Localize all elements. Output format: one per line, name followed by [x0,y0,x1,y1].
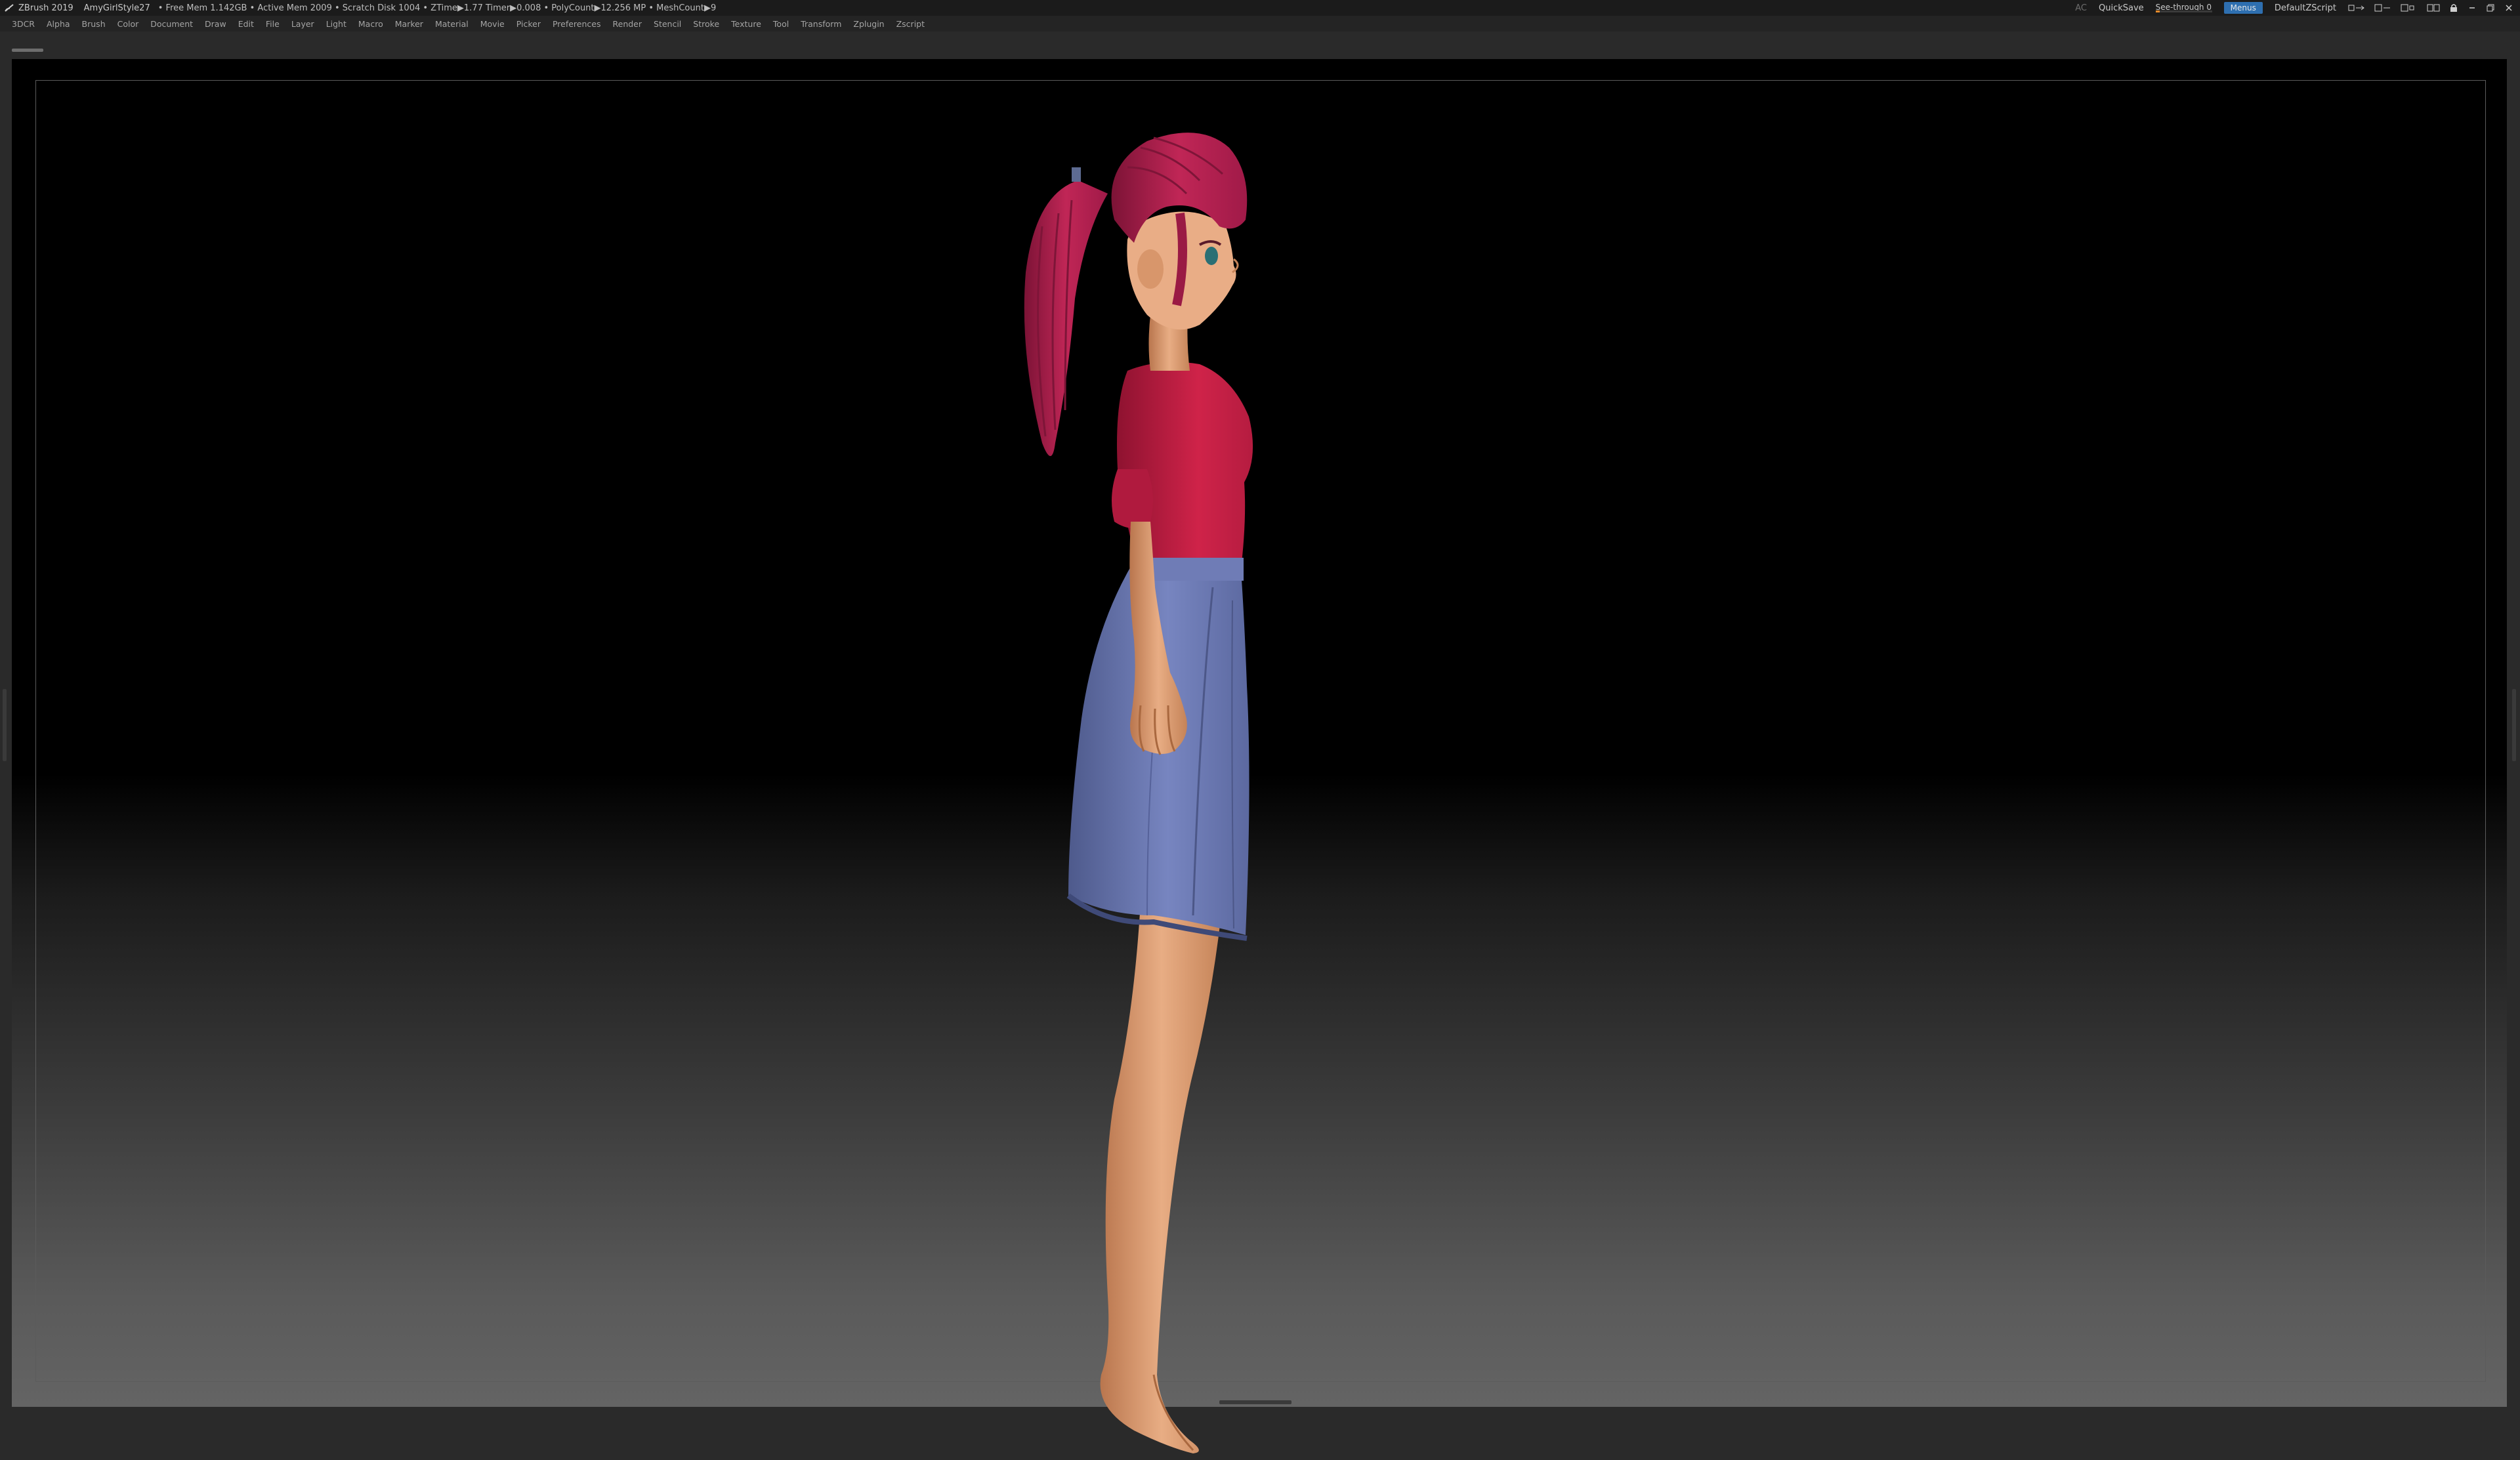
right-tray-handle[interactable] [2512,689,2516,761]
app-title: ZBrush 2019 [18,3,74,13]
menu-item-picker[interactable]: Picker [516,19,541,29]
menu-item-texture[interactable]: Texture [731,19,761,29]
menu-item-render[interactable]: Render [613,19,642,29]
top-shelf [0,31,2520,59]
menu-item-3dcr[interactable]: 3DCR [12,19,35,29]
menu-item-layer[interactable]: Layer [291,19,314,29]
menu-item-edit[interactable]: Edit [238,19,254,29]
menu-item-zplugin[interactable]: Zplugin [853,19,884,29]
menu-item-material[interactable]: Material [435,19,469,29]
menu-item-alpha[interactable]: Alpha [47,19,70,29]
legs [1100,902,1223,1453]
layout-3-icon[interactable] [2401,3,2418,12]
see-through-track [2155,10,2212,12]
close-icon[interactable] [2504,3,2513,12]
main-menu-bar: 3DCR Alpha Brush Color Document Draw Edit File L… [0,16,2520,31]
menu-item-file[interactable]: File [266,19,280,29]
layout-2-icon[interactable] [2374,3,2391,12]
menu-item-movie[interactable]: Movie [480,19,505,29]
menu-item-stencil[interactable]: Stencil [654,19,681,29]
menu-item-macro[interactable]: Macro [358,19,383,29]
document-canvas[interactable] [3,59,2516,1453]
menu-item-transform[interactable]: Transform [801,19,841,29]
layout-icons [2348,3,2513,12]
ac-button[interactable]: AC [2075,3,2087,13]
menu-item-color[interactable]: Color [117,19,139,29]
quicksave-button[interactable]: QuickSave [2099,3,2144,13]
menu-item-tool[interactable]: Tool [773,19,789,29]
menu-item-document[interactable]: Document [150,19,193,29]
menu-item-light[interactable]: Light [326,19,346,29]
titlebar-right-controls: AC QuickSave See-through 0 Menus Default… [2075,0,2520,16]
document-name: AmyGirlStyle27 [83,3,150,13]
menu-item-draw[interactable]: Draw [205,19,226,29]
zbrush-logo-icon [5,4,14,12]
menu-item-stroke[interactable]: Stroke [693,19,719,29]
title-bar: ZBrush 2019 AmyGirlStyle27 • Free Mem 1.… [0,0,2520,16]
layout-1-icon[interactable] [2348,3,2365,12]
layout-4-icon[interactable] [2427,3,2440,12]
minimize-icon[interactable] [2468,3,2477,12]
menus-toggle-button[interactable]: Menus [2223,2,2263,14]
see-through-slider[interactable]: See-through 0 [2155,3,2212,12]
see-through-fill [2155,10,2160,12]
menu-item-brush[interactable]: Brush [82,19,106,29]
restore-icon[interactable] [2486,3,2495,12]
shelf-grip-handle[interactable] [12,49,43,52]
default-zscript-button[interactable]: DefaultZScript [2275,3,2336,13]
character-model[interactable] [1003,128,1318,1460]
memory-stats: • Free Mem 1.142GB • Active Mem 2009 • S… [158,3,717,13]
menu-item-preferences[interactable]: Preferences [553,19,601,29]
menu-item-zscript[interactable]: Zscript [896,19,925,29]
menu-item-marker[interactable]: Marker [395,19,423,29]
left-tray-handle[interactable] [3,689,7,761]
lock-icon[interactable] [2449,3,2458,12]
